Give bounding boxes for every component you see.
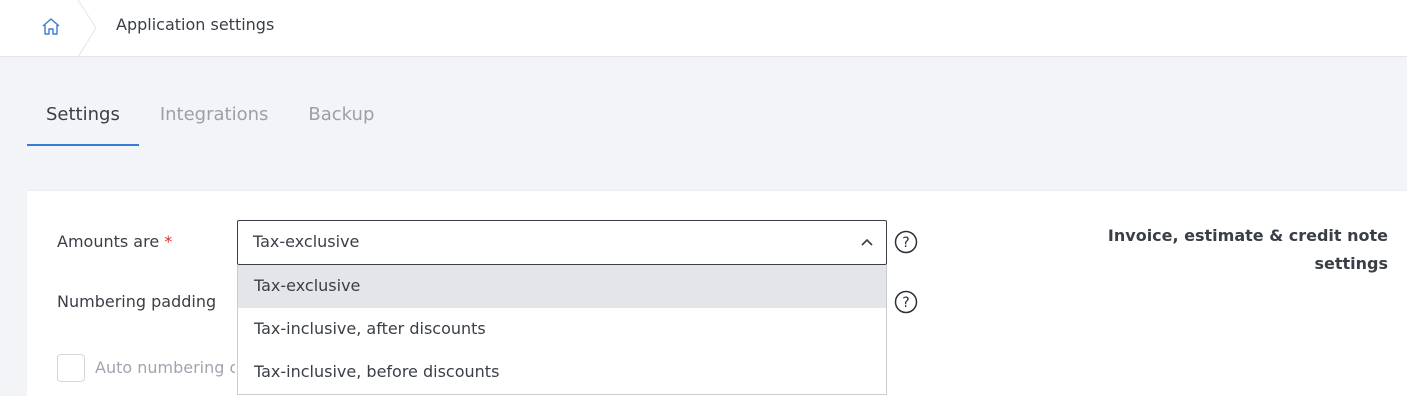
numbering-padding-label: Numbering padding xyxy=(57,292,217,311)
svg-text:?: ? xyxy=(902,235,909,251)
amounts-label-text: Amounts are xyxy=(57,232,160,251)
option-tax-inclusive-before[interactable]: Tax-inclusive, before discounts xyxy=(238,351,886,394)
required-mark: * xyxy=(164,232,173,251)
tab-settings[interactable]: Settings xyxy=(27,92,139,146)
tab-integrations[interactable]: Integrations xyxy=(139,92,288,146)
page-title: Application settings xyxy=(116,15,275,34)
numbering-padding-help-icon[interactable]: ? xyxy=(894,290,918,314)
amounts-help-icon[interactable]: ? xyxy=(894,230,918,254)
option-tax-inclusive-after[interactable]: Tax-inclusive, after discounts xyxy=(238,308,886,351)
amounts-dropdown-menu: Tax-exclusive Tax-inclusive, after disco… xyxy=(237,265,887,395)
home-icon xyxy=(42,18,60,35)
top-bar: Application settings xyxy=(0,0,1407,57)
auto-numbering-checkbox[interactable] xyxy=(57,354,85,382)
amounts-select[interactable]: Tax-exclusive xyxy=(237,220,887,265)
tab-bar: Settings Integrations Backup xyxy=(27,92,393,146)
tab-backup[interactable]: Backup xyxy=(287,92,393,146)
option-tax-exclusive[interactable]: Tax-exclusive xyxy=(238,265,886,308)
auto-numbering-label: Auto numbering of xyxy=(95,358,235,377)
amounts-select-value: Tax-exclusive xyxy=(253,232,360,251)
svg-text:?: ? xyxy=(902,295,909,311)
home-breadcrumb[interactable] xyxy=(0,0,97,57)
chevron-up-icon xyxy=(861,238,873,246)
amounts-label: Amounts are * xyxy=(57,232,172,251)
side-panel-title: Invoice, estimate & credit note settings xyxy=(1107,226,1388,273)
